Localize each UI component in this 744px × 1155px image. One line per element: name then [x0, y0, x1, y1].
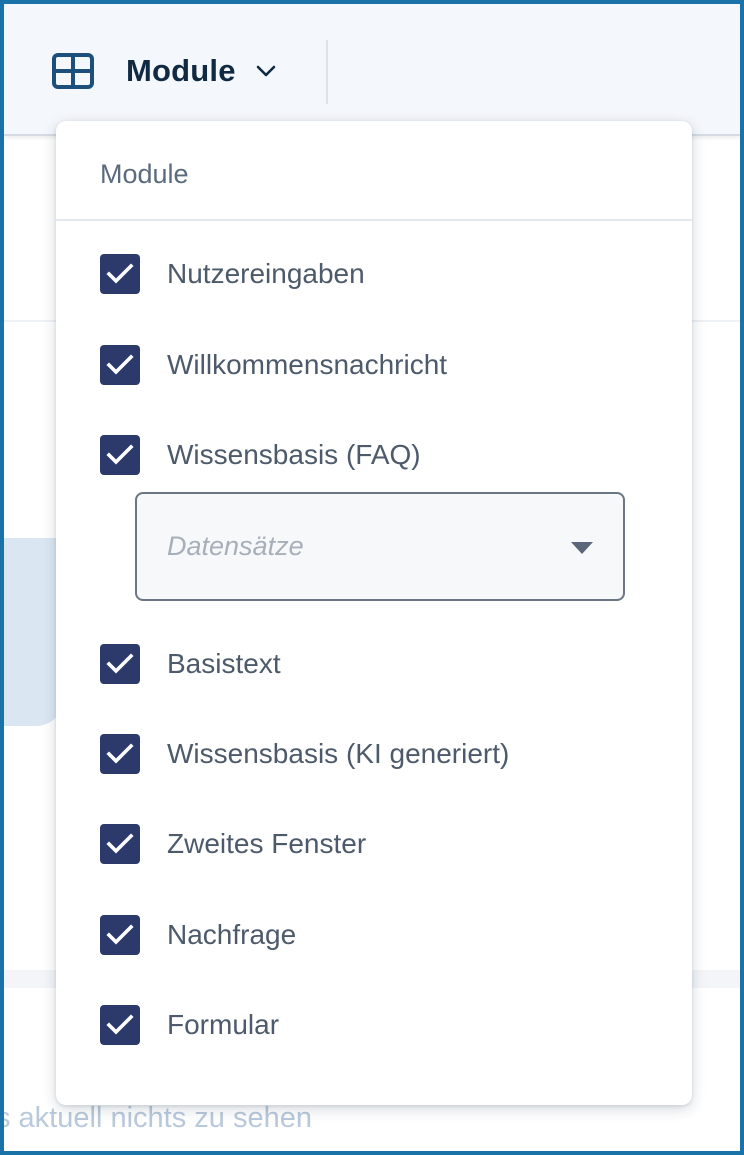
checkbox-checked-icon[interactable] — [100, 644, 140, 684]
checkbox-checked-icon[interactable] — [100, 254, 140, 294]
select-placeholder: Datensätze — [167, 531, 304, 561]
option-zweites-fenster[interactable]: Zweites Fenster — [100, 822, 366, 866]
checkbox-checked-icon[interactable] — [100, 915, 140, 955]
checkbox-checked-icon[interactable] — [100, 734, 140, 774]
checkbox-checked-icon[interactable] — [100, 1005, 140, 1045]
chevron-down-icon — [254, 59, 278, 83]
option-label: Wissensbasis (FAQ) — [167, 439, 421, 470]
option-label: Formular — [167, 1009, 280, 1040]
checkbox-checked-icon[interactable] — [100, 345, 140, 385]
background-illustration — [4, 538, 64, 726]
module-menu-label: Module — [126, 53, 236, 88]
empty-state-text: s aktuell nichts zu sehen — [0, 1102, 312, 1134]
caret-down-icon — [571, 541, 593, 554]
option-label: Nachfrage — [167, 919, 297, 950]
option-willkommensnachricht[interactable]: Willkommensnachricht — [100, 343, 447, 387]
option-nachfrage[interactable]: Nachfrage — [100, 913, 296, 957]
option-wissensbasis-faq[interactable]: Wissensbasis (FAQ) — [100, 433, 421, 477]
option-wissensbasis-ki[interactable]: Wissensbasis (KI generiert) — [100, 732, 509, 776]
checkbox-checked-icon[interactable] — [100, 435, 140, 475]
option-formular[interactable]: Formular — [100, 1003, 279, 1047]
checkbox-checked-icon[interactable] — [100, 824, 140, 864]
app-frame: Module s aktuell nichts zu sehen Module … — [0, 0, 744, 1155]
module-menu-button[interactable]: Module — [52, 48, 278, 94]
option-label: Zweites Fenster — [167, 828, 367, 859]
topbar-divider — [326, 40, 328, 104]
option-label: Nutzereingaben — [167, 258, 365, 289]
option-label: Basistext — [167, 648, 281, 679]
option-basistext[interactable]: Basistext — [100, 642, 281, 686]
dropdown-title: Module — [100, 158, 189, 189]
module-dropdown: Module Nutzereingaben Willkommensnachric… — [56, 121, 692, 1105]
grid-icon — [52, 53, 94, 89]
option-label: Willkommensnachricht — [167, 349, 448, 380]
dropdown-header: Module — [56, 121, 692, 221]
top-bar: Module — [4, 4, 740, 136]
option-label: Wissensbasis (KI generiert) — [167, 738, 510, 769]
datensaetze-select[interactable]: Datensätze — [135, 492, 625, 601]
option-nutzereingaben[interactable]: Nutzereingaben — [100, 252, 365, 296]
